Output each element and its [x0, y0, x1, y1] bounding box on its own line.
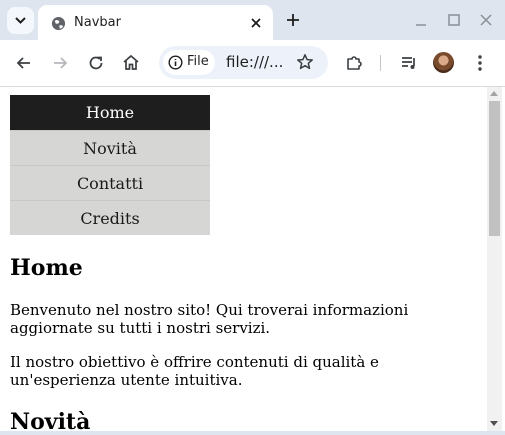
browser-toolbar: File file:///...: [0, 40, 505, 87]
scroll-down-arrow-icon[interactable]: [490, 421, 498, 426]
page-viewport: Home Novità Contatti Credits Home Benven…: [0, 87, 487, 431]
tab-strip: Navbar: [0, 0, 505, 40]
nav-item-contatti[interactable]: Contatti: [10, 165, 210, 200]
home-paragraph-1: Benvenuto nel nostro sito! Qui troverai …: [10, 301, 409, 337]
tab-search-button[interactable]: [7, 7, 34, 34]
scroll-up-arrow-icon[interactable]: [490, 91, 498, 96]
site-navbar: Home Novità Contatti Credits: [10, 95, 210, 235]
home-icon[interactable]: [121, 53, 141, 73]
chevron-down-icon: [15, 17, 26, 24]
site-info-chip[interactable]: File: [163, 50, 215, 75]
nav-item-credits[interactable]: Credits: [10, 200, 210, 235]
info-icon: [168, 55, 183, 70]
url-text[interactable]: file:///...: [226, 53, 283, 71]
nav-item-novita[interactable]: Novità: [10, 130, 210, 165]
forward-arrow-icon[interactable]: [50, 53, 70, 73]
tab-navbar[interactable]: Navbar: [38, 5, 273, 40]
puzzle-icon[interactable]: [344, 53, 364, 73]
toolbar-divider: [380, 55, 381, 71]
section-heading-home: Home: [10, 255, 83, 281]
address-bar[interactable]: File file:///...: [159, 46, 328, 79]
window-close-icon[interactable]: [479, 13, 493, 27]
minimize-icon[interactable]: [414, 13, 428, 27]
home-paragraph-2: Il nostro obiettivo è offrire contenuti …: [10, 353, 379, 389]
page-scrollbar[interactable]: [487, 87, 502, 431]
site-info-label: File: [187, 54, 209, 69]
media-queue-icon[interactable]: [399, 53, 419, 73]
scrollbar-thumb[interactable]: [489, 101, 500, 236]
maximize-icon[interactable]: [447, 13, 461, 27]
new-tab-plus-icon[interactable]: [285, 12, 301, 28]
close-icon[interactable]: [249, 16, 263, 30]
section-heading-novita: Novità: [10, 409, 91, 431]
browser-window: Navbar File file:///... Home Novità Cont…: [0, 0, 505, 435]
nav-item-home[interactable]: Home: [10, 95, 210, 130]
back-arrow-icon[interactable]: [14, 53, 34, 73]
reload-icon[interactable]: [86, 53, 106, 73]
kebab-menu-icon[interactable]: [470, 53, 490, 73]
profile-avatar[interactable]: [433, 52, 454, 73]
window-bottom-edge: [0, 431, 505, 435]
tab-title: Navbar: [74, 15, 121, 30]
globe-icon: [51, 16, 66, 31]
star-icon[interactable]: [296, 53, 314, 71]
